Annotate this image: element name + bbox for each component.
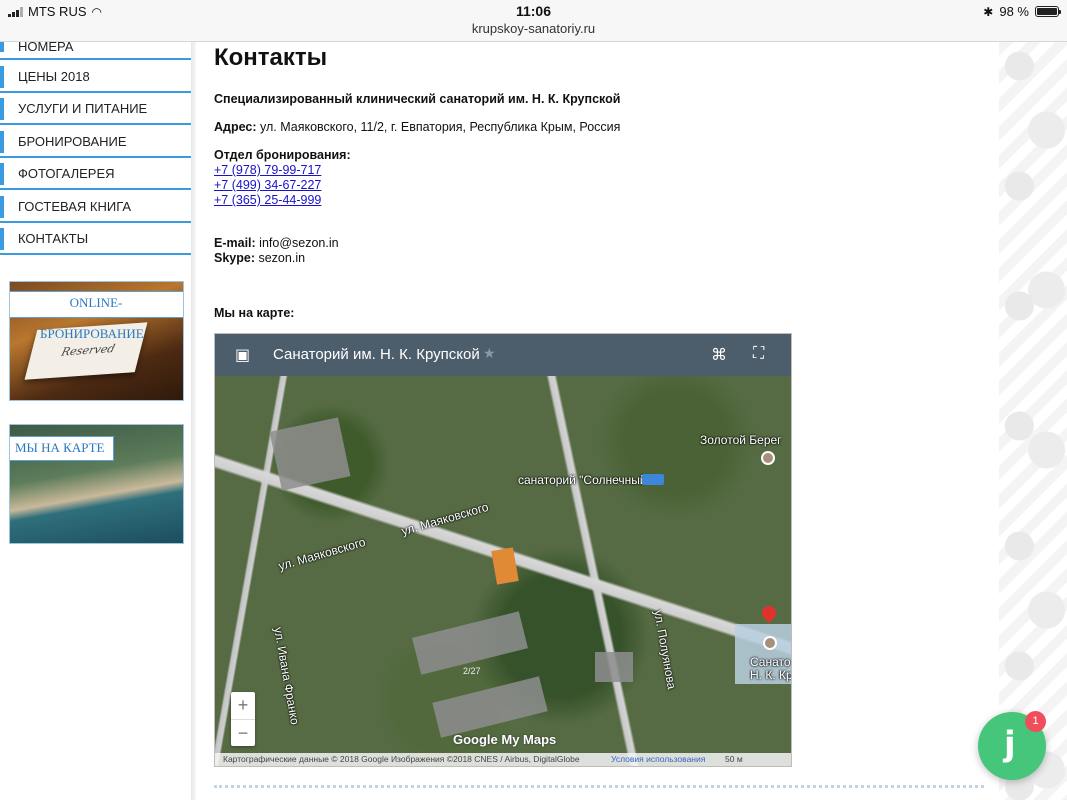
map-label-golden-shore: Золотой Берег	[700, 433, 782, 447]
skype-label: Skype:	[214, 251, 255, 265]
poi-golden-shore-icon[interactable]	[761, 451, 775, 465]
menu-item-label: БРОНИРОВАНИЕ	[18, 133, 127, 149]
map-scale: 50 м	[725, 754, 743, 764]
online-booking-label: ONLINE-	[10, 291, 183, 318]
share-icon[interactable]: ⌘	[711, 345, 727, 365]
online-booking-label-line2: БРОНИРОВАНИЕ	[40, 326, 144, 341]
poi-sanatorium-icon[interactable]	[763, 636, 777, 650]
skype-value: sezon.in	[258, 251, 306, 265]
status-bar: MTS RUS ◠ 11:06 krupskoy-sanatoriy.ru ✱ …	[0, 0, 1067, 42]
menu-item-booking[interactable]: БРОНИРОВАНИЕ	[0, 127, 191, 158]
map-label-solnechny: санаторий "Солнечный"	[518, 473, 651, 487]
map-legend-icon[interactable]: ▣	[235, 345, 250, 365]
menu-item-label: ФОТОГАЛЕРЕЯ	[18, 166, 115, 181]
email-value: info@sezon.in	[259, 236, 339, 250]
address-line: Адрес: ул. Маяковского, 11/2, г. Евпатор…	[214, 120, 954, 135]
menu-item-rooms[interactable]: НОМЕРА	[0, 39, 191, 60]
chat-icon: ј	[1004, 724, 1016, 764]
map-label-mayakovsky-1: ул. Маяковского	[276, 534, 368, 574]
map-banner-label: МЫ НА КАРТЕ	[10, 436, 114, 461]
google-mymaps-logo: Google My Maps	[453, 732, 557, 747]
reserved-card-text: Reserved	[59, 342, 117, 359]
decorative-pattern	[999, 42, 1067, 800]
address-bar-url[interactable]: krupskoy-sanatoriy.ru	[0, 21, 1067, 36]
map-header: ▣ Санаторий им. Н. К. Крупской ★ ⌘ ⛶	[215, 334, 791, 376]
map-building-orange	[491, 547, 519, 585]
battery-percent: 98 %	[999, 4, 1029, 19]
menu-item-contacts[interactable]: КОНТАКТЫ	[0, 224, 191, 255]
email-line: E-mail: info@sezon.in	[214, 236, 954, 251]
embedded-map[interactable]: ▣ Санаторий им. Н. К. Крупской ★ ⌘ ⛶ Зол…	[214, 333, 792, 767]
map-building	[595, 652, 633, 682]
organization-name: Специализированный клинический санаторий…	[214, 92, 621, 106]
email-label: E-mail:	[214, 236, 256, 250]
map-banner[interactable]: МЫ НА КАРТЕ	[9, 424, 184, 544]
phone-link-3[interactable]: +7 (365) 25-44-999	[214, 193, 954, 208]
sidebar-menu: НОМЕРА ЦЕНЫ 2018 УСЛУГИ И ПИТАНИЕ БРОНИР…	[0, 39, 191, 257]
zoom-out-button[interactable]: −	[231, 719, 255, 747]
menu-item-label: ЦЕНЫ 2018	[18, 68, 90, 84]
bottom-divider	[214, 785, 984, 788]
bluetooth-icon: ✱	[983, 4, 994, 19]
menu-item-prices[interactable]: ЦЕНЫ 2018	[0, 62, 191, 93]
terms-link[interactable]: Условия использования	[611, 753, 705, 766]
star-icon[interactable]: ★	[483, 345, 496, 362]
online-booking-banner[interactable]: Reserved ONLINE- БРОНИРОВАНИЕ	[9, 281, 184, 401]
map-building	[432, 676, 548, 738]
chat-notification-badge: 1	[1025, 711, 1046, 732]
clock: 11:06	[515, 3, 552, 19]
map-heading: Мы на карте:	[214, 306, 295, 320]
menu-item-label: УСЛУГИ И ПИТАНИЕ	[18, 101, 148, 116]
address-value: ул. Маяковского, 11/2, г. Евпатория, Рес…	[259, 120, 621, 134]
menu-item-label: КОНТАКТЫ	[18, 231, 89, 246]
status-right: ✱ 98 %	[983, 4, 1061, 19]
menu-item-label: НОМЕРА	[18, 39, 74, 54]
map-label-sanatorium-1: Санато	[750, 655, 791, 669]
map-label-poluyanova: ул. Полуянова	[651, 609, 679, 691]
menu-item-guestbook[interactable]: ГОСТЕВАЯ КНИГА	[0, 192, 191, 223]
menu-item-label: ГОСТЕВАЯ КНИГА	[18, 198, 132, 214]
location-pin-icon[interactable]	[762, 606, 776, 626]
zoom-control: + −	[231, 692, 255, 746]
map-label-mayakovsky-2: ул. Маяковского	[399, 499, 491, 539]
skype-line: Skype: sezon.in	[214, 251, 954, 266]
map-label-franko: ул. Ивана Франко	[271, 626, 303, 726]
contacts-content: Контакты Специализированный клинический …	[214, 42, 954, 321]
page-title: Контакты	[214, 44, 328, 71]
phone-link-2[interactable]: +7 (499) 34-67-227	[214, 178, 954, 193]
map-label-sanatorium-2: Н. К. Кр	[750, 668, 792, 682]
map-title: Санаторий им. Н. К. Крупской	[273, 346, 480, 363]
hotel-icon[interactable]	[642, 474, 664, 485]
menu-item-services[interactable]: УСЛУГИ И ПИТАНИЕ	[0, 94, 191, 125]
menu-item-gallery[interactable]: ФОТОГАЛЕРЕЯ	[0, 159, 191, 190]
zoom-in-button[interactable]: +	[231, 692, 255, 719]
battery-icon	[1035, 6, 1061, 17]
map-building	[269, 417, 351, 491]
sidebar-divider	[191, 42, 196, 800]
building-number: 2/27	[463, 666, 481, 676]
fullscreen-icon[interactable]: ⛶	[753, 345, 764, 363]
phone-link-1[interactable]: +7 (978) 79-99-717	[214, 163, 954, 178]
booking-dept-label: Отдел бронирования:	[214, 148, 351, 162]
address-label: Адрес:	[214, 120, 257, 134]
map-data-attribution: Картографические данные © 2018 Google Из…	[223, 754, 580, 764]
map-attribution: Картографические данные © 2018 Google Из…	[215, 753, 791, 766]
